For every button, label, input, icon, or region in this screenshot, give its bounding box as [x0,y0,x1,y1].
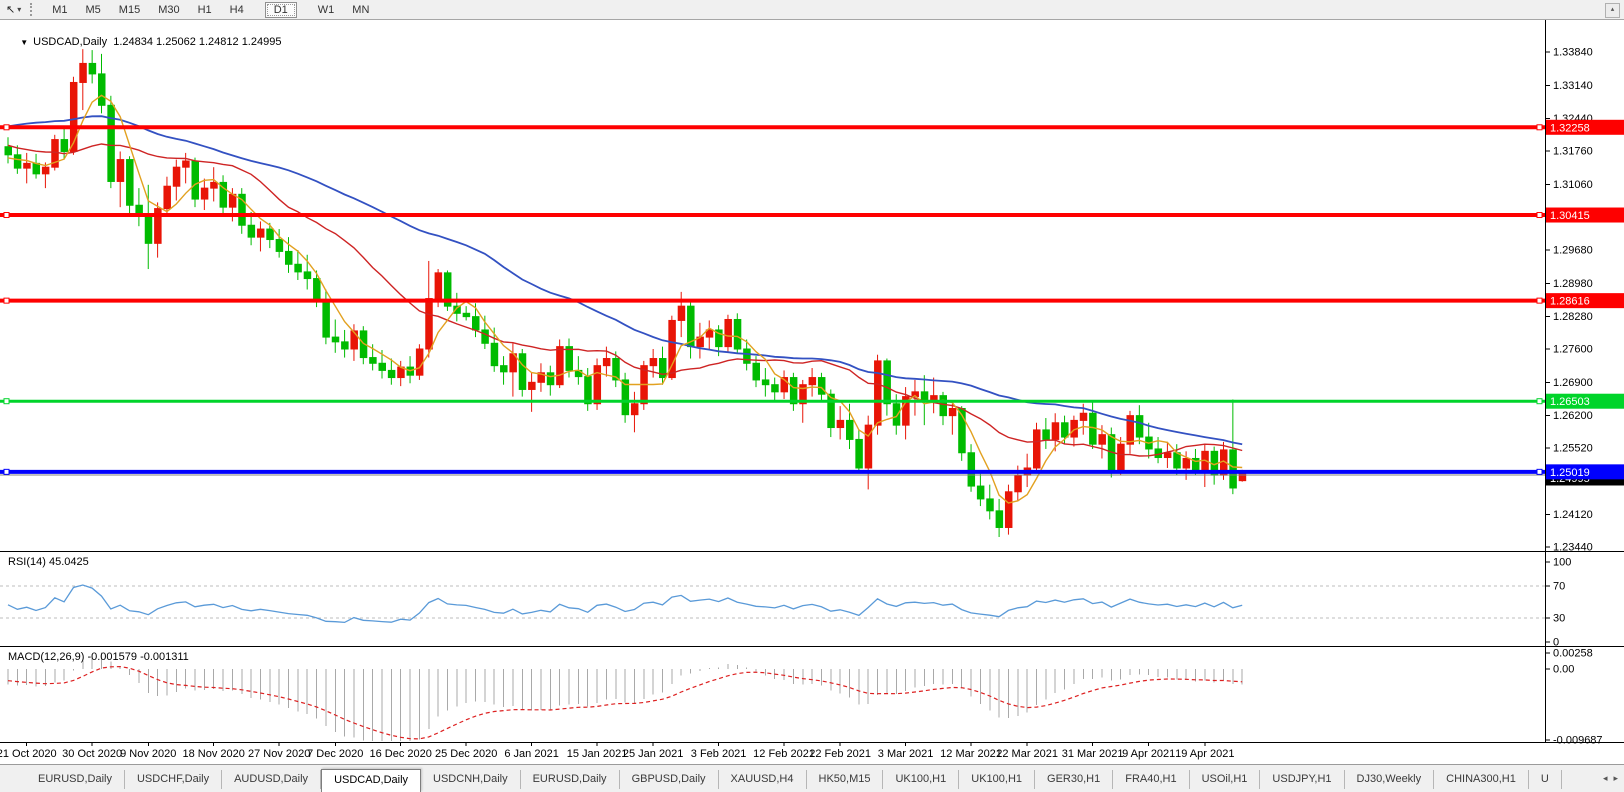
rsi-tick-label: 30 [1553,613,1565,625]
rsi-tick-label: 100 [1553,557,1571,569]
chart-plot-area[interactable] [0,19,1545,742]
timeframe-button-mn[interactable]: MN [343,2,378,18]
svg-text:1.28616: 1.28616 [1550,296,1590,308]
toolbar-grip[interactable] [30,3,36,16]
date-tick-label: 16 Dec 2020 [370,748,432,760]
price-tick-label: 1.26900 [1553,377,1593,389]
date-tick-label: 30 Oct 2020 [62,748,122,760]
date-tick-label: 3 Mar 2021 [878,748,934,760]
price-tick-label: 1.26200 [1553,410,1593,422]
timeframe-button-m5[interactable]: M5 [77,2,110,18]
price-tick-label: 1.29680 [1553,245,1593,257]
chart-tab-usdcad-daily[interactable]: USDCAD,Daily [321,769,422,792]
date-tick-label: 9 Apr 2021 [1122,748,1175,760]
chart-tab-fra40-h1[interactable]: FRA40,H1 [1113,770,1190,789]
price-tick-label: 1.25520 [1553,443,1593,455]
timeframe-button-m15[interactable]: M15 [110,2,149,18]
chart-tab-bar: EURUSD,Daily USDCHF,Daily AUDUSD,Daily USDC… [0,764,1624,792]
price-tick-label: 1.28280 [1553,311,1593,323]
date-tick-label: 18 Nov 2020 [183,748,245,760]
date-tick-label: 9 Nov 2020 [120,748,176,760]
chart-symbol-label: USDCAD,Daily [33,36,108,48]
chart-title: ▼ USDCAD,Daily 1.24834 1.25062 1.24812 1.… [8,24,281,60]
date-tick-label: 22 Feb 2021 [809,748,871,760]
price-tick-label: 1.31760 [1553,146,1593,158]
date-tick-label: 25 Dec 2020 [435,748,497,760]
toolbar-overflow-button[interactable]: ▴ [1605,3,1620,18]
chart-tab-usdjpy-h1[interactable]: USDJPY,H1 [1260,770,1345,789]
price-tick-label: 1.27600 [1553,344,1593,356]
chart-tab-audusd-daily[interactable]: AUDUSD,Daily [222,770,322,789]
tab-scroll-right-icon[interactable]: ▸ [1613,773,1618,784]
timeframe-button-m30[interactable]: M30 [149,2,188,18]
price-tick-label: 1.31060 [1553,179,1593,191]
timeframe-button-h4[interactable]: H4 [221,2,253,18]
timeframe-button-group: M1 M5 M15 M30 H1 H4 D1 W1 MN [43,1,378,18]
chevron-down-icon: ▾ [17,5,22,14]
macd-tick-label: -0.009687 [1553,735,1603,747]
date-tick-label: 7 Dec 2020 [307,748,363,760]
chart-tab-dj30-weekly[interactable]: DJ30,Weekly [1345,770,1435,789]
date-tick-label: 15 Jan 2021 [567,748,628,760]
cursor-tool-button[interactable]: ↖ ▾ [0,3,25,16]
chart-tab-gbpusd-daily[interactable]: GBPUSD,Daily [620,770,719,789]
tab-scroll-left-icon[interactable]: ◂ [1603,773,1608,784]
tab-scroll-buttons: ◂ ▸ [1598,765,1624,792]
price-tick-label: 1.24120 [1553,509,1593,521]
price-tick-label: 1.28980 [1553,278,1593,290]
macd-tick-label: 0.00258 [1553,648,1593,660]
chart-tab-uk100-h1[interactable]: UK100,H1 [959,770,1036,789]
chart-ohlc-values: 1.24834 1.25062 1.24812 1.24995 [107,36,282,48]
date-tick-label: 21 Oct 2020 [0,748,57,760]
date-tick-label: 31 Mar 2021 [1062,748,1124,760]
chart-tab-usdcnh-daily[interactable]: USDCNH,Daily [421,770,521,789]
date-tick-label: 6 Jan 2021 [504,748,558,760]
chart-tab-usoil-h1[interactable]: USOil,H1 [1190,770,1261,789]
date-axis: 21 Oct 2020 30 Oct 20209 Nov 2020 18 Nov 2… [0,742,1234,760]
chart-tab-eurusd-daily[interactable]: EURUSD,Daily [521,770,620,789]
chart-tab-ger30-h1[interactable]: GER30,H1 [1035,770,1114,789]
svg-text:1.26503: 1.26503 [1550,396,1590,408]
rsi-tick-label: 70 [1553,581,1565,593]
chart-canvas[interactable]: 1.338401.331401.324401.317601.310601.303… [0,0,1624,792]
top-toolbar: ↖ ▾ M1 M5 M15 M30 H1 H4 D1 W1 MN ▴ [0,0,1624,20]
mt4-window: { "toolbar": { "timeframes": ["M1","M5",… [0,0,1624,792]
timeframe-button-w1[interactable]: W1 [309,2,344,18]
chart-tab-hk50-m15[interactable]: HK50,M15 [807,770,884,789]
chart-tab-eurusd-daily[interactable]: EURUSD,Daily [26,770,125,789]
dropdown-triangle-icon[interactable]: ▼ [20,38,28,47]
price-tick-label: 1.33840 [1553,47,1593,59]
chart-tab-china300-h1[interactable]: CHINA300,H1 [1434,770,1529,789]
timeframe-button-d1[interactable]: D1 [264,1,297,18]
date-tick-label: 19 Apr 2021 [1175,748,1234,760]
timeframe-button-m1[interactable]: M1 [43,2,76,18]
date-tick-label: 12 Mar 2021 [940,748,1002,760]
date-tick-label: 27 Nov 2020 [248,748,310,760]
price-tick-label: 1.23440 [1553,542,1593,554]
macd-tick-label: 0.00 [1553,664,1574,676]
date-tick-label: 22 Mar 2021 [996,748,1058,760]
svg-text:1.25019: 1.25019 [1550,467,1590,479]
macd-indicator-label: MACD(12,26,9) -0.001579 -0.001311 [8,651,189,663]
chart-tab-uk100-h1[interactable]: UK100,H1 [883,770,960,789]
svg-text:1.30415: 1.30415 [1550,210,1590,222]
price-tick-label: 1.33140 [1553,80,1593,92]
date-tick-label: 12 Feb 2021 [753,748,815,760]
rsi-indicator-label: RSI(14) 45.0425 [8,556,89,568]
chart-tab-u[interactable]: U [1529,770,1562,789]
chart-tab-usdchf-daily[interactable]: USDCHF,Daily [125,770,223,789]
date-tick-label: 25 Jan 2021 [623,748,684,760]
chart-tab-xauusd-h4[interactable]: XAUUSD,H4 [719,770,807,789]
cursor-icon: ↖ [6,4,16,16]
date-tick-label: 3 Feb 2021 [691,748,747,760]
timeframe-button-h1[interactable]: H1 [189,2,221,18]
svg-text:1.32258: 1.32258 [1550,122,1590,134]
